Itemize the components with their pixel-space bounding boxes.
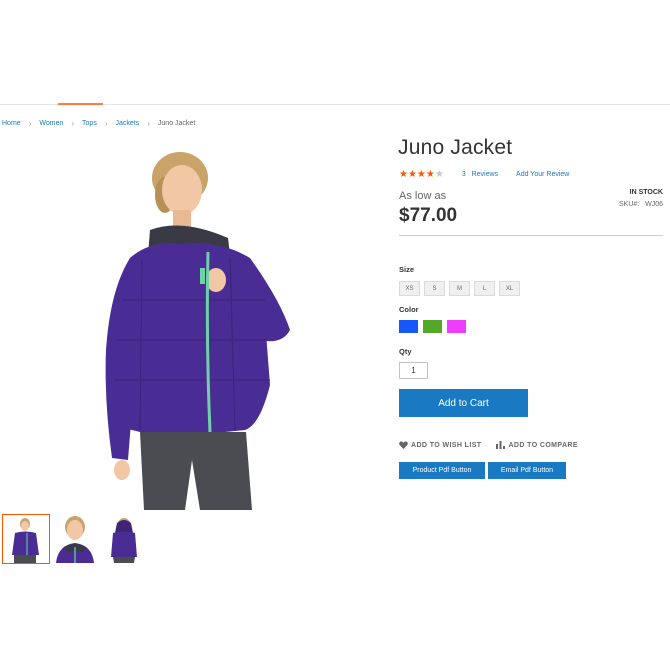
color-swatch-purple[interactable] — [447, 320, 466, 333]
size-option-m[interactable]: M — [449, 281, 470, 296]
size-option-xl[interactable]: XL — [499, 281, 520, 296]
add-review-link[interactable]: Add Your Review — [516, 171, 569, 178]
breadcrumb-separator: › — [28, 119, 32, 128]
breadcrumb-tops[interactable]: Tops — [82, 120, 97, 127]
product-price: $77.00 — [399, 205, 458, 226]
sku-label: SKU#: — [619, 201, 640, 208]
color-swatch-green[interactable] — [423, 320, 442, 333]
price-label: As low as — [399, 190, 447, 202]
reviews-count-link[interactable]: 3 Reviews — [462, 171, 498, 178]
email-pdf-button[interactable]: Email Pdf Button — [488, 462, 566, 479]
breadcrumb-separator: › — [147, 119, 150, 128]
compare-label: ADD TO COMPARE — [508, 441, 578, 449]
size-option-xs[interactable]: XS — [399, 281, 420, 296]
thumbnail-front-view[interactable] — [2, 514, 50, 564]
product-actions: ADD TO WISH LIST ADD TO COMPARE — [399, 441, 578, 449]
reviews-count: 3 — [461, 171, 466, 178]
product-rating: ★★★★★ 3 Reviews Add Your Review — [399, 169, 569, 180]
rating-stars-icon: ★★★★★ — [399, 169, 444, 180]
color-label: Color — [399, 305, 419, 314]
breadcrumb: Home › Women › Tops › Jackets › Juno Jac… — [2, 119, 195, 128]
size-option-s[interactable]: S — [424, 281, 445, 296]
sku-value: WJ06 — [645, 201, 663, 208]
breadcrumb-current: Juno Jacket — [157, 120, 196, 127]
wishlist-label: ADD TO WISH LIST — [411, 441, 482, 449]
product-title: Juno Jacket — [398, 136, 513, 159]
add-to-compare-link[interactable]: ADD TO COMPARE — [496, 441, 578, 449]
size-options: XS S M L XL — [399, 281, 520, 296]
qty-input[interactable]: 1 — [399, 362, 428, 379]
breadcrumb-jackets[interactable]: Jackets — [116, 120, 140, 127]
product-pdf-button[interactable]: Product Pdf Button — [399, 462, 485, 479]
qty-label: Qty — [399, 347, 412, 356]
thumbnail-strip — [2, 514, 148, 564]
heart-icon — [399, 441, 408, 449]
size-label: Size — [399, 265, 415, 274]
breadcrumb-separator: › — [71, 119, 75, 128]
reviews-label: Reviews — [471, 171, 499, 178]
thumbnail-back-view[interactable] — [100, 514, 148, 564]
nav-active-indicator — [58, 103, 103, 105]
thumbnail-close-up[interactable] — [51, 514, 99, 564]
breadcrumb-women[interactable]: Women — [39, 120, 63, 127]
breadcrumb-separator: › — [104, 119, 108, 128]
product-main-image[interactable] — [70, 140, 330, 510]
pdf-buttons: Product Pdf Button Email Pdf Button — [399, 462, 566, 479]
size-option-l[interactable]: L — [474, 281, 495, 296]
compare-chart-icon — [496, 441, 506, 449]
breadcrumb-home[interactable]: Home — [2, 120, 21, 127]
color-swatch-blue[interactable] — [399, 320, 418, 333]
add-to-cart-button[interactable]: Add to Cart — [399, 389, 528, 417]
product-sku: SKU#: WJ06 — [619, 201, 663, 208]
add-to-wishlist-link[interactable]: ADD TO WISH LIST — [399, 441, 481, 449]
stock-status: IN STOCK — [629, 189, 663, 196]
color-options — [399, 320, 466, 333]
price-divider — [399, 235, 663, 236]
